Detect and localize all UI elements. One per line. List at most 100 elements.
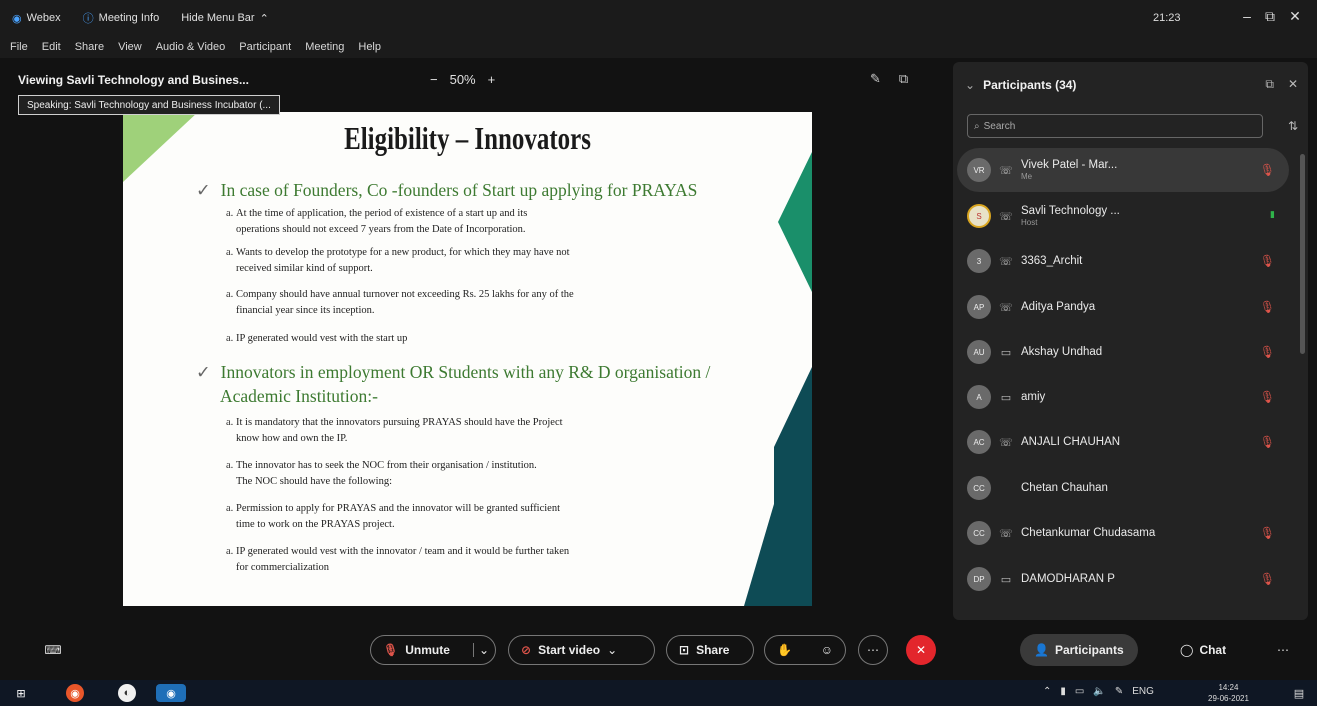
- more-panels-icon[interactable]: ⋯: [1268, 635, 1298, 665]
- participants-button[interactable]: 👤 Participants: [1020, 634, 1138, 666]
- taskbar-clock[interactable]: 14:24 29-06-2021: [1208, 682, 1249, 704]
- participant-name: amiy: [1021, 391, 1046, 403]
- pop-out-panel-icon[interactable]: ⧉: [1265, 77, 1274, 92]
- chevron-up-icon[interactable]: ⌃: [1043, 686, 1051, 697]
- reactions-group: ✋ ☺: [764, 635, 846, 665]
- restore-icon[interactable]: ⧉: [1261, 8, 1279, 25]
- slide-decoration: [744, 504, 774, 606]
- hide-menu-bar-button[interactable]: Hide Menu Bar ⌃: [181, 12, 269, 25]
- search-icon: ⌕: [974, 120, 980, 132]
- slide-title: Eligibility – Innovators: [344, 120, 591, 156]
- chat-label: Chat: [1199, 643, 1227, 657]
- menu-participant[interactable]: Participant: [239, 41, 291, 53]
- share-button[interactable]: ⊡ Share: [666, 635, 754, 665]
- unmute-button[interactable]: 🎙 Unmute ⌄: [370, 635, 496, 665]
- menu-edit[interactable]: Edit: [42, 41, 61, 53]
- search-placeholder: Search: [983, 120, 1016, 132]
- muted-mic-icon[interactable]: 🎙: [1260, 526, 1275, 540]
- close-panel-icon[interactable]: ✕: [1288, 77, 1298, 92]
- participant-row[interactable]: 3 ☏ 3363_Archit 🎙: [957, 239, 1289, 283]
- muted-mic-icon: 🎙: [383, 643, 399, 657]
- pen-icon[interactable]: ✎: [1115, 686, 1123, 697]
- participants-label: Participants: [1054, 643, 1124, 657]
- meeting-info-label: Meeting Info: [98, 12, 160, 24]
- bullet-text: In case of Founders, Co -founders of Sta…: [220, 180, 698, 200]
- browser-icon[interactable]: ◐: [118, 684, 136, 702]
- captions-icon[interactable]: ⌨: [38, 635, 68, 665]
- checkmark-icon: ✓: [196, 180, 211, 200]
- desktop-icon: ▭: [1000, 391, 1012, 404]
- menu-share[interactable]: Share: [75, 41, 104, 53]
- notifications-icon[interactable]: ▤: [1290, 684, 1308, 702]
- avatar: AC: [967, 430, 991, 454]
- participant-row[interactable]: VR ☏ Vivek Patel - Mar... Me 🎙: [957, 148, 1289, 192]
- participant-row[interactable]: DP ▭ DAMODHARAN P 🎙: [957, 557, 1289, 601]
- pop-out-icon[interactable]: ⧉: [899, 71, 908, 87]
- participant-name: Chetan Chauhan: [1021, 482, 1108, 494]
- reactions-icon[interactable]: ☺: [821, 643, 833, 657]
- checkmark-icon: ✓: [196, 362, 211, 382]
- chat-button[interactable]: ◯ Chat: [1170, 634, 1236, 666]
- chevron-down-icon[interactable]: ⌄: [472, 643, 489, 657]
- viewing-share-title: Viewing Savli Technology and Busines...: [18, 73, 249, 87]
- menu-audio-video[interactable]: Audio & Video: [156, 41, 226, 53]
- share-label: Share: [696, 643, 730, 657]
- avatar: AU: [967, 340, 991, 364]
- participant-row[interactable]: AU ▭ Akshay Undhad 🎙: [957, 330, 1289, 374]
- meeting-info-button[interactable]: ⓘ Meeting Info: [83, 10, 160, 26]
- minimize-icon[interactable]: –: [1238, 8, 1256, 24]
- muted-mic-icon[interactable]: 🎙: [1260, 345, 1275, 359]
- close-window-icon[interactable]: ✕: [1286, 8, 1304, 25]
- zoom-out-button[interactable]: −: [430, 72, 438, 87]
- chrome-icon[interactable]: ◉: [66, 684, 84, 702]
- speaking-indicator: Speaking: Savli Technology and Business …: [18, 95, 280, 115]
- participant-row[interactable]: AC ☏ ANJALI CHAUHAN 🎙: [957, 420, 1289, 464]
- meeting-toolbar: ⌨ 🎙 Unmute ⌄ ⊘ Start video ⌄ ⊡ Share ✋ ☺…: [0, 626, 1317, 674]
- title-bar: ◉ Webex ⓘ Meeting Info Hide Menu Bar ⌃: [0, 0, 1317, 36]
- avatar: S: [967, 204, 991, 228]
- volume-icon[interactable]: 🔈: [1093, 686, 1105, 697]
- participants-header[interactable]: ⌄ Participants (34): [965, 78, 1076, 92]
- start-video-label: Start video: [538, 643, 601, 657]
- participant-row[interactable]: A ▭ amiy 🎙: [957, 375, 1289, 419]
- participant-row[interactable]: CC ☏ Chetankumar Chudasama 🎙: [957, 511, 1289, 555]
- muted-mic-icon[interactable]: 🎙: [1260, 435, 1275, 449]
- start-video-button[interactable]: ⊘ Start video ⌄: [508, 635, 655, 665]
- webex-taskbar-icon[interactable]: ◉: [156, 684, 186, 702]
- muted-mic-icon[interactable]: 🎙: [1260, 163, 1275, 177]
- participants-scrollbar[interactable]: [1300, 154, 1305, 354]
- participant-name: Aditya Pandya: [1021, 301, 1096, 313]
- zoom-level: 50%: [449, 72, 476, 87]
- participant-row[interactable]: AP ☏ Aditya Pandya 🎙: [957, 285, 1289, 329]
- muted-mic-icon[interactable]: 🎙: [1260, 254, 1275, 268]
- phone-icon: ☏: [999, 255, 1013, 268]
- leave-meeting-button[interactable]: ✕: [906, 635, 936, 665]
- windows-start-icon[interactable]: ⊞: [12, 684, 30, 702]
- slide-subitem: a. The innovator has to seek the NOC from…: [226, 460, 537, 487]
- menu-view[interactable]: View: [118, 41, 142, 53]
- webex-app[interactable]: ◉ Webex: [12, 12, 61, 25]
- battery-icon[interactable]: ▮: [1060, 686, 1066, 697]
- more-options-icon[interactable]: ⋯: [858, 635, 888, 665]
- language-indicator[interactable]: ENG: [1132, 686, 1154, 697]
- annotate-icon[interactable]: ✎: [870, 71, 881, 87]
- participant-row[interactable]: CC Chetan Chauhan: [957, 466, 1289, 510]
- muted-mic-icon[interactable]: 🎙: [1260, 300, 1275, 314]
- zoom-in-button[interactable]: +: [488, 72, 496, 87]
- active-mic-icon[interactable]: ▮: [1270, 209, 1275, 220]
- slide-subitem: a. IP generated would vest with the start…: [226, 333, 408, 344]
- muted-mic-icon[interactable]: 🎙: [1260, 390, 1275, 404]
- sort-icon[interactable]: ⇅: [1288, 119, 1298, 133]
- participant-search-input[interactable]: ⌕ Search: [967, 114, 1263, 138]
- network-icon[interactable]: ▭: [1075, 686, 1084, 697]
- participant-name: 3363_Archit: [1021, 255, 1083, 267]
- menu-file[interactable]: File: [10, 41, 28, 53]
- menu-meeting[interactable]: Meeting: [305, 41, 344, 53]
- avatar: CC: [967, 521, 991, 545]
- share-screen-icon: ⊡: [679, 643, 690, 657]
- participant-row[interactable]: S ☏ Savli Technology ... Host ▮: [957, 194, 1289, 238]
- raise-hand-icon[interactable]: ✋: [777, 643, 792, 657]
- desktop-icon: ▭: [1000, 573, 1012, 586]
- menu-help[interactable]: Help: [358, 41, 381, 53]
- muted-mic-icon[interactable]: 🎙: [1260, 572, 1275, 586]
